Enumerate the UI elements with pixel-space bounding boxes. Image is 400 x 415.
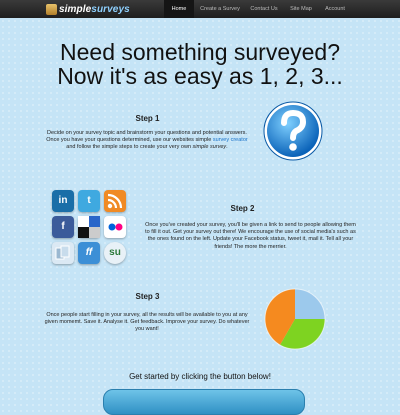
logo-text-part2: surveys xyxy=(91,3,130,15)
flickr-icon[interactable] xyxy=(104,216,126,238)
social-media-icons: in t f ff su xyxy=(50,188,130,268)
site-logo[interactable]: simplesurveys xyxy=(46,3,130,15)
step3-title: Step 3 xyxy=(135,292,160,301)
logo-book-icon xyxy=(46,3,57,15)
step1-title: Step 1 xyxy=(135,114,160,123)
step3-text: Once people start filling in your survey… xyxy=(44,312,250,333)
step1-text: Decide on your survey topic and brainsto… xyxy=(42,130,252,152)
digg-icon[interactable] xyxy=(52,242,74,264)
rss-glyph xyxy=(107,193,123,209)
nav-contact-us[interactable]: Contact Us xyxy=(246,0,282,18)
get-started-button[interactable] xyxy=(103,389,305,415)
nav-create-survey[interactable]: Create a Survey xyxy=(196,0,244,18)
step1-text-italic: simple survey xyxy=(192,144,227,151)
nav-site-map[interactable]: Site Map xyxy=(286,0,316,18)
twitter-icon[interactable]: t xyxy=(78,190,100,212)
pie-chart-icon xyxy=(264,288,326,350)
step2-text: Once you've created your survey, you'll … xyxy=(145,222,356,250)
question-mark-icon xyxy=(263,101,323,161)
step2-title: Step 2 xyxy=(230,204,255,213)
stumbleupon-icon[interactable]: su xyxy=(104,242,126,264)
delicious-glyph xyxy=(78,216,100,238)
flickr-glyph xyxy=(108,223,123,231)
nav-account[interactable]: Account xyxy=(320,0,350,18)
logo-text-part1: simple xyxy=(59,3,92,15)
headline-line1: Need something surveyed? xyxy=(60,39,340,65)
headline-line2: Now it's as easy as 1, 2, 3... xyxy=(57,63,343,89)
linkedin-icon[interactable]: in xyxy=(52,190,74,212)
top-navigation-bar: simplesurveys Home Create a Survey Conta… xyxy=(0,0,400,18)
cta-text: Get started by clicking the button below… xyxy=(129,372,271,381)
step1-text-end: . xyxy=(226,144,228,151)
friendfeed-icon[interactable]: ff xyxy=(78,242,100,264)
digg-glyph xyxy=(55,245,70,260)
delicious-icon[interactable] xyxy=(78,216,100,238)
facebook-icon[interactable]: f xyxy=(52,216,74,238)
survey-creator-link[interactable]: survey creator xyxy=(213,137,248,143)
rss-icon[interactable] xyxy=(104,190,126,212)
step1-text-part2: and follow the simple steps to create yo… xyxy=(66,144,193,151)
nav-home[interactable]: Home xyxy=(164,0,194,18)
